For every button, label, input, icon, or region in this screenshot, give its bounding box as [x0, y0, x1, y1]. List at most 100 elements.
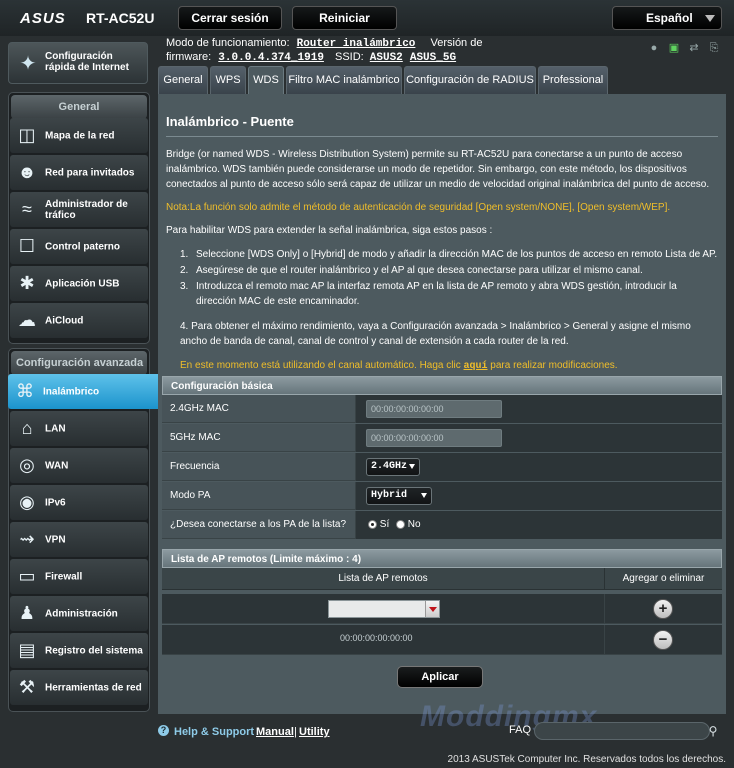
apply-button[interactable]: Aplicar: [397, 666, 483, 688]
frequency-label: Frecuencia: [162, 453, 356, 481]
mac24-label: 2.4GHz MAC: [162, 395, 356, 423]
printer-icon[interactable]: ⎘: [708, 42, 720, 54]
sidebar-item-system-log[interactable]: ▤ Registro del sistema: [10, 633, 148, 668]
ssid-label: SSID:: [334, 51, 364, 63]
sidebar-item-network-tools[interactable]: ⚒ Herramientas de red: [10, 670, 148, 705]
ap-action-column-header: Agregar o eliminar: [604, 568, 722, 590]
administration-icon: ♟: [18, 603, 36, 623]
sidebar-item-guest-network[interactable]: ☻ Red para invitados: [10, 155, 148, 190]
parental-control-icon: ☐: [18, 236, 36, 256]
basic-config-header: Configuración básica: [162, 376, 722, 395]
ipv6-icon: ◉: [19, 492, 35, 512]
help-icon: ?: [158, 725, 169, 736]
faq-search-input[interactable]: [534, 722, 710, 740]
ssid-5-link[interactable]: ASUS_5G: [410, 52, 456, 64]
radio-yes[interactable]: [368, 519, 377, 529]
chevron-down-icon: [421, 493, 427, 498]
mac24-field: 00:00:00:00:00:00: [366, 400, 502, 418]
channel-here-link[interactable]: aquí: [464, 361, 488, 372]
mode-link[interactable]: Router inalámbrico: [297, 38, 416, 50]
step-1-text: Seleccione [WDS Only] o [Hybrid] de modo…: [196, 249, 718, 260]
sidebar-item-parental-control[interactable]: ☐ Control paterno: [10, 229, 148, 264]
ap-add-row: +: [162, 594, 722, 624]
version-label: Versión de: [430, 37, 483, 49]
usb-icon[interactable]: ⇄: [688, 42, 700, 54]
sidebar-item-label: VPN: [45, 534, 66, 545]
search-icon[interactable]: ⚲: [706, 724, 720, 738]
security-note: Nota:La función solo admite el método de…: [166, 202, 671, 213]
sidebar-item-network-map[interactable]: ◫ Mapa de la red: [10, 118, 148, 153]
step-4-text: 4. Para obtener el máximo rendimiento, v…: [180, 321, 691, 347]
language-select[interactable]: Español: [612, 6, 722, 30]
clients-icon[interactable]: ●: [648, 42, 660, 54]
dropdown-arrow-icon[interactable]: [425, 601, 439, 617]
network-map-icon: ◫: [18, 125, 36, 145]
tab-radius[interactable]: Configuración de RADIUS: [404, 66, 536, 94]
network-tools-icon: ⚒: [18, 677, 36, 697]
usb-app-icon: ✱: [19, 273, 35, 293]
frequency-row: Frecuencia 2.4GHz: [162, 453, 722, 481]
sidebar-item-administration[interactable]: ♟ Administración: [10, 596, 148, 631]
magic-wand-icon: ✦: [19, 53, 37, 75]
steps-intro: Para habilitar WDS para extender la seña…: [166, 225, 493, 236]
sidebar-item-label: Mapa de la red: [45, 130, 115, 141]
status-icons: ● ▣ ⇄ ⎘: [648, 42, 720, 54]
remove-ap-button[interactable]: −: [653, 630, 673, 650]
step-2: 2. Asegúrese de que el router inalámbrico…: [166, 263, 718, 278]
utility-link[interactable]: Utility: [299, 726, 330, 738]
mac5-label: 5GHz MAC: [162, 424, 356, 452]
radio-no[interactable]: [396, 519, 406, 529]
sidebar-item-wan[interactable]: ◎ WAN: [10, 448, 148, 483]
sidebar-item-vpn[interactable]: ⇝ VPN: [10, 522, 148, 557]
firmware-label: firmware:: [166, 51, 212, 63]
network-status-icon[interactable]: ▣: [668, 42, 680, 54]
frequency-value: 2.4GHz: [371, 461, 408, 472]
sidebar-item-label: Administrador de tráfico: [45, 198, 128, 221]
tab-general[interactable]: General: [158, 66, 208, 94]
ap-mac-input[interactable]: [328, 600, 440, 618]
divider: [166, 136, 718, 137]
page-title: Inalámbrico - Puente: [166, 114, 294, 129]
sidebar-item-ipv6[interactable]: ◉ IPv6: [10, 485, 148, 520]
vpn-icon: ⇝: [19, 529, 35, 549]
sidebar-item-lan[interactable]: ⌂ LAN: [10, 411, 148, 446]
ap-mode-select[interactable]: Hybrid: [366, 487, 432, 505]
logout-button[interactable]: Cerrar sesión: [178, 6, 282, 30]
reboot-button[interactable]: Reiniciar: [292, 6, 397, 30]
sidebar-item-label: AiCloud: [45, 315, 84, 326]
step-1: 1. Seleccione [WDS Only] o [Hybrid] de mo…: [166, 247, 718, 262]
help-support-link[interactable]: Help & Support: [174, 726, 254, 738]
tab-mac-filter[interactable]: Filtro MAC inalámbrico: [286, 66, 402, 94]
top-bar: ASUS RT-AC52U Cerrar sesión Reiniciar Es…: [0, 0, 734, 36]
sidebar-item-label: Firewall: [45, 571, 83, 582]
ssid-24-link[interactable]: ASUS2: [370, 52, 403, 64]
sidebar-item-usb-app[interactable]: ✱ Aplicación USB: [10, 266, 148, 301]
sidebar-item-aicloud[interactable]: ☁ AiCloud: [10, 303, 148, 338]
firmware-line: firmware: 3.0.0.4.374_1919 SSID: ASUS2 A…: [166, 51, 456, 64]
ap-list-column-header: Lista de AP remotos: [338, 573, 428, 584]
sidebar-item-label: WAN: [45, 460, 69, 471]
general-title: General: [11, 95, 147, 119]
firmware-link[interactable]: 3.0.0.4.374_1919: [218, 52, 324, 64]
tab-wps[interactable]: WPS: [210, 66, 246, 94]
wireless-icon: ⌘: [16, 381, 34, 401]
intro-text: Bridge (or named WDS - Wireless Distribu…: [166, 149, 710, 190]
sidebar-item-wireless[interactable]: ⌘ Inalámbrico: [8, 374, 158, 409]
tab-wds[interactable]: WDS: [248, 66, 284, 94]
sidebar-item-firewall[interactable]: ▭ Firewall: [10, 559, 148, 594]
frequency-select[interactable]: 2.4GHz: [366, 458, 420, 476]
router-model: RT-AC52U: [86, 10, 155, 26]
tab-professional[interactable]: Professional: [538, 66, 608, 94]
asus-logo: ASUS: [20, 10, 66, 27]
mode-label: Modo de funcionamiento:: [166, 37, 290, 49]
sidebar-item-traffic-manager[interactable]: ≈ Administrador de tráfico: [10, 192, 148, 227]
sidebar-item-label: Administración: [45, 608, 118, 619]
sidebar-item-label: Inalámbrico: [43, 386, 100, 397]
faq-label: FAQ: [509, 724, 532, 736]
connect-ap-radios: Sí No: [368, 519, 421, 530]
ap-entry-row: 00:00:00:00:00:00 −: [162, 625, 722, 655]
manual-link[interactable]: Manual: [256, 726, 294, 738]
add-ap-button[interactable]: +: [653, 599, 673, 619]
step-3: 3. Introduzca el remoto mac AP la interfa…: [166, 279, 718, 309]
quick-setup-button[interactable]: ✦ Configuración rápida de Internet: [8, 42, 148, 84]
